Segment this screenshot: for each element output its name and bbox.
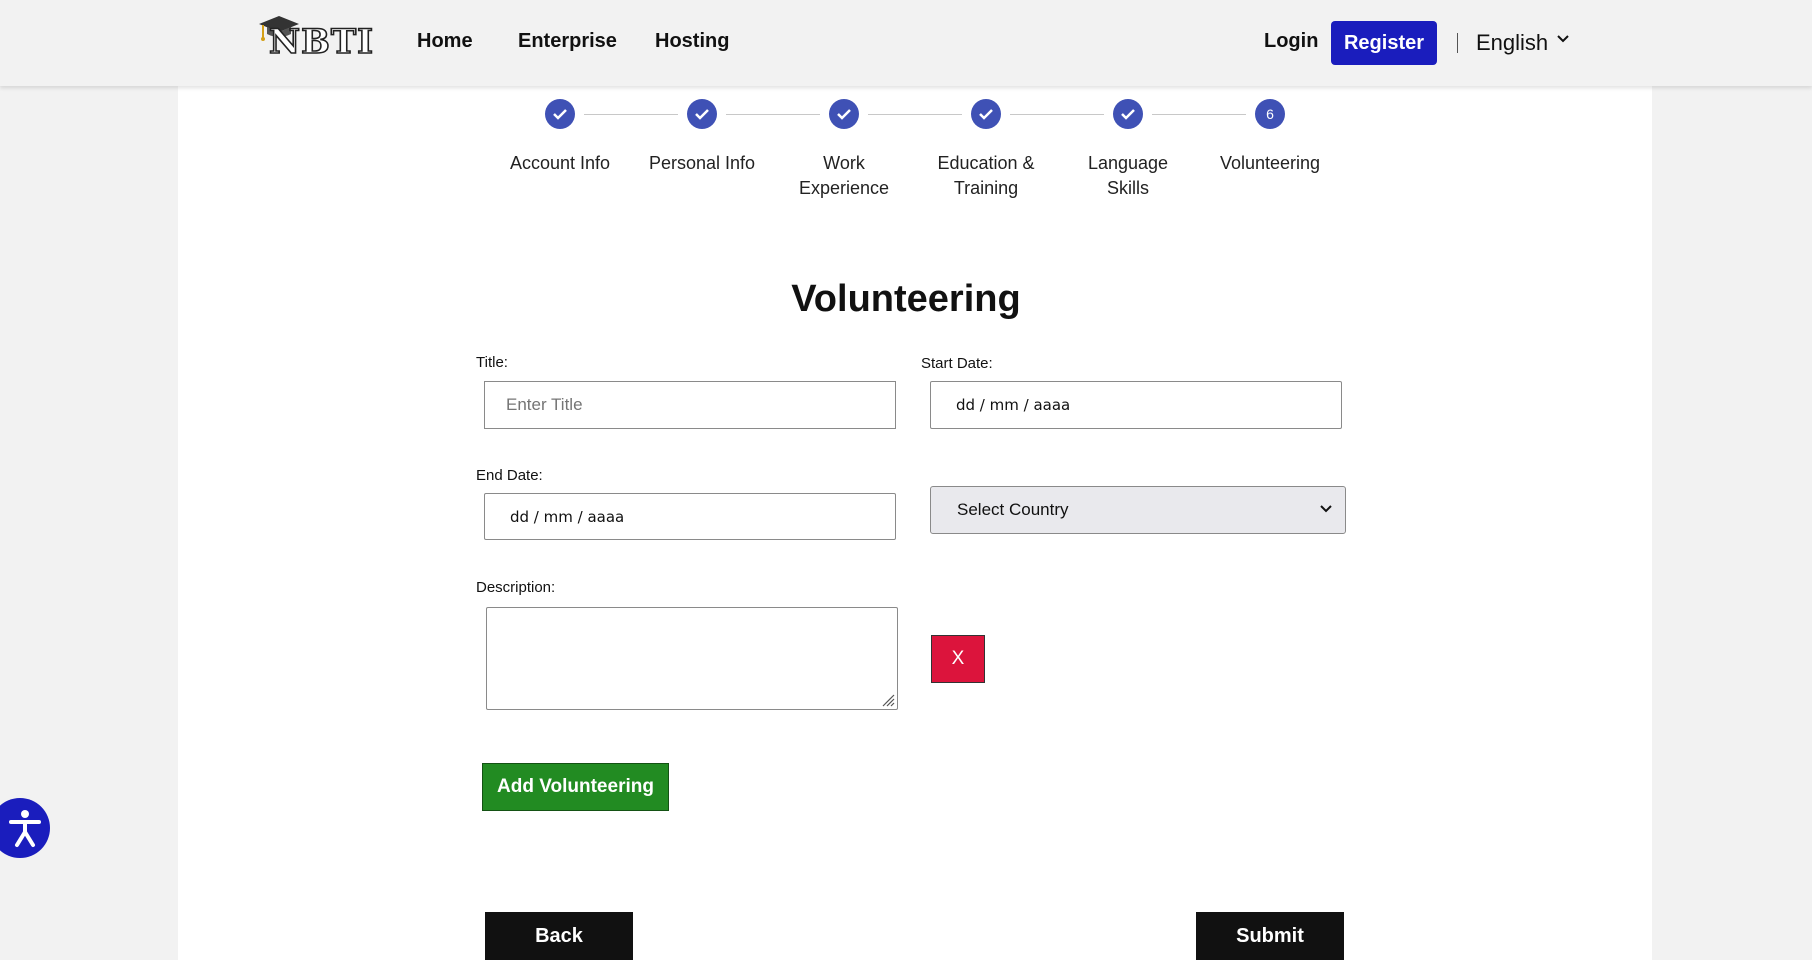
step-connector bbox=[868, 114, 962, 115]
start-date-value: dd / mm / aaaa bbox=[956, 396, 1071, 414]
step-label: Personal Info bbox=[648, 153, 756, 173]
login-link[interactable]: Login bbox=[1264, 30, 1318, 53]
nbti-logo[interactable]: NBTI bbox=[255, 12, 375, 63]
title-input[interactable]: Enter Title bbox=[484, 381, 896, 429]
step-3-complete bbox=[829, 99, 859, 129]
remove-entry-button[interactable]: X bbox=[931, 635, 985, 683]
step-4-complete bbox=[971, 99, 1001, 129]
checkmark-icon bbox=[695, 109, 709, 120]
site-header: NBTI Home Enterprise Hosting Login Regis… bbox=[0, 0, 1812, 86]
language-selector[interactable]: English bbox=[1476, 30, 1548, 56]
add-volunteering-button[interactable]: Add Volunteering bbox=[482, 763, 669, 811]
nav-enterprise[interactable]: Enterprise bbox=[518, 30, 617, 53]
step-connector bbox=[726, 114, 820, 115]
start-date-label: Start Date: bbox=[921, 355, 993, 372]
register-button[interactable]: Register bbox=[1331, 21, 1437, 65]
nav-home[interactable]: Home bbox=[417, 30, 473, 53]
resize-handle-icon[interactable] bbox=[879, 691, 895, 707]
step-connector bbox=[584, 114, 678, 115]
back-button[interactable]: Back bbox=[485, 912, 633, 960]
title-label: Title: bbox=[476, 354, 508, 371]
accessibility-button[interactable] bbox=[0, 798, 50, 858]
accessibility-icon bbox=[9, 810, 41, 847]
step-label: Work Experience bbox=[798, 153, 890, 198]
step-label: Volunteering bbox=[1219, 153, 1321, 173]
step-5-complete bbox=[1113, 99, 1143, 129]
checkmark-icon bbox=[553, 109, 567, 120]
step-connector bbox=[1152, 114, 1246, 115]
description-textarea[interactable] bbox=[486, 607, 898, 710]
page-title: Volunteering bbox=[791, 278, 1021, 320]
step-label: Education & Training bbox=[937, 153, 1035, 198]
checkmark-icon bbox=[837, 109, 851, 120]
step-connector bbox=[1010, 114, 1104, 115]
end-date-value: dd / mm / aaaa bbox=[510, 507, 625, 526]
submit-button[interactable]: Submit bbox=[1196, 912, 1344, 960]
nav-hosting[interactable]: Hosting bbox=[655, 30, 729, 53]
country-select[interactable]: Select Country bbox=[930, 486, 1346, 534]
title-placeholder: Enter Title bbox=[506, 395, 583, 414]
description-label: Description: bbox=[476, 579, 556, 596]
step-6-current: 6 bbox=[1255, 99, 1285, 129]
end-date-input[interactable]: dd / mm / aaaa bbox=[484, 493, 896, 540]
checkmark-icon bbox=[1121, 109, 1135, 120]
country-selected-value: Select Country bbox=[957, 500, 1069, 519]
chevron-down-icon[interactable] bbox=[1556, 34, 1570, 44]
step-label: Account Info bbox=[509, 153, 611, 173]
end-date-label: End Date: bbox=[476, 467, 543, 484]
logo-text: NBTI bbox=[268, 21, 375, 63]
step-1-complete bbox=[545, 99, 575, 129]
start-date-input[interactable]: dd / mm / aaaa bbox=[930, 381, 1342, 429]
step-2-complete bbox=[687, 99, 717, 129]
form-panel bbox=[178, 86, 1652, 960]
step-label: Language Skills bbox=[1087, 153, 1169, 198]
checkmark-icon bbox=[979, 109, 993, 120]
language-divider bbox=[1457, 33, 1458, 53]
chevron-down-icon bbox=[1320, 505, 1332, 513]
